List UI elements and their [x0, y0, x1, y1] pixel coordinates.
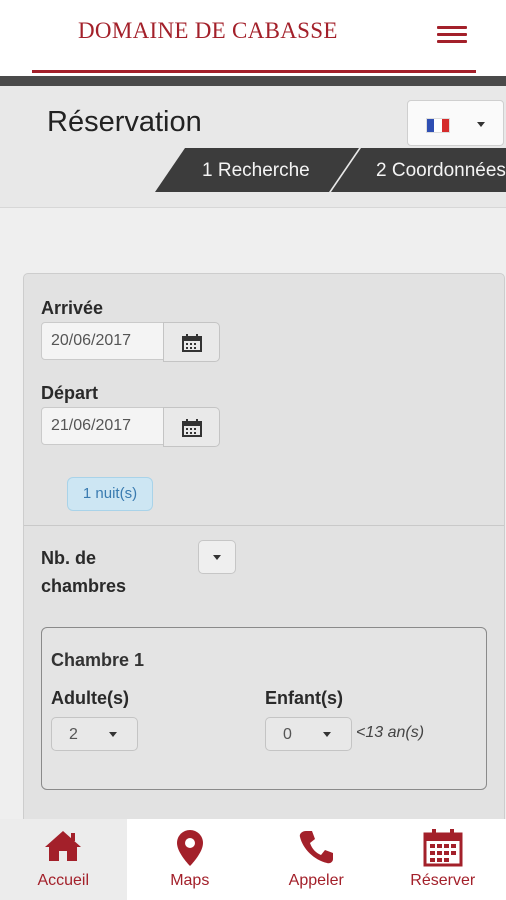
arrival-label: Arrivée: [41, 298, 104, 318]
adults-value: 2: [69, 726, 78, 743]
step-recherche[interactable]: 1 Recherche: [155, 148, 359, 192]
arrival-date-group: 20/06/2017: [41, 322, 221, 362]
nights-badge: 1 nuit(s): [67, 477, 153, 511]
departure-date-input[interactable]: 21/06/2017: [41, 407, 164, 445]
nav-appeler[interactable]: Appeler: [253, 819, 380, 900]
calendar-icon: [423, 829, 463, 867]
page-title: Réservation: [47, 106, 202, 138]
arrival-date-input[interactable]: 20/06/2017: [41, 322, 164, 360]
rooms-label: Nb. de chambres: [41, 544, 126, 600]
room-card: Chambre 1 Adulte(s) 2 Enfant(s) 0 <13 an…: [41, 627, 487, 790]
rooms-label-line1: Nb. de: [41, 548, 97, 568]
brand-underline: [32, 70, 476, 73]
nav-reserver[interactable]: Réserver: [380, 819, 506, 900]
nav-label: Maps: [170, 872, 210, 889]
language-select[interactable]: [407, 100, 504, 146]
nav-label: Accueil: [37, 872, 90, 889]
arrival-calendar-button[interactable]: [163, 322, 220, 362]
departure-calendar-button[interactable]: [163, 407, 220, 447]
rooms-label-line2: chambres: [41, 576, 127, 596]
map-pin-icon: [176, 830, 203, 866]
adults-select[interactable]: 2: [51, 717, 138, 751]
chevron-down-icon: [323, 732, 331, 737]
nav-accueil[interactable]: Accueil: [0, 819, 127, 900]
departure-label: Départ: [41, 383, 99, 403]
children-label: Enfant(s): [265, 688, 343, 708]
home-icon: [45, 831, 82, 861]
header-divider: [0, 76, 506, 86]
menu-line: [437, 40, 467, 43]
search-form-panel: Arrivée 20/06/2017 Départ 21/06/2017 1 n…: [23, 273, 505, 833]
calendar-icon: [182, 334, 202, 352]
step-label: 1 Recherche: [202, 160, 310, 181]
step-coordonnees[interactable]: 2 Coordonnées: [331, 148, 506, 192]
room-title: Chambre 1: [51, 650, 145, 670]
divider: [24, 525, 504, 526]
reservation-header: Réservation 1 Recherche 2 Coordonnées: [0, 86, 506, 208]
chevron-down-icon: [477, 122, 485, 127]
bottom-nav: Accueil Maps Appeler Réserver: [0, 819, 506, 900]
nav-maps[interactable]: Maps: [127, 819, 254, 900]
nav-label: Réserver: [410, 872, 476, 889]
adults-label: Adulte(s): [51, 688, 129, 708]
step-tabs: 1 Recherche 2 Coordonnées: [0, 148, 506, 192]
hamburger-menu-icon[interactable]: [432, 20, 472, 50]
chevron-down-icon: [109, 732, 117, 737]
children-select[interactable]: 0: [265, 717, 352, 751]
rooms-count-select[interactable]: [198, 540, 236, 574]
menu-line: [437, 26, 467, 29]
chevron-down-icon: [213, 555, 221, 560]
top-header: DOMAINE DE CABASSE: [0, 0, 506, 76]
calendar-icon: [182, 419, 202, 437]
flag-france-icon: [426, 118, 450, 133]
phone-icon: [300, 831, 334, 864]
brand-title[interactable]: DOMAINE DE CABASSE: [78, 18, 338, 44]
nav-label: Appeler: [288, 872, 344, 889]
departure-date-group: 21/06/2017: [41, 407, 221, 447]
children-age-note: <13 an(s): [356, 724, 425, 741]
step-label: 2 Coordonnées: [376, 160, 506, 181]
menu-line: [437, 33, 467, 36]
children-value: 0: [283, 726, 292, 743]
